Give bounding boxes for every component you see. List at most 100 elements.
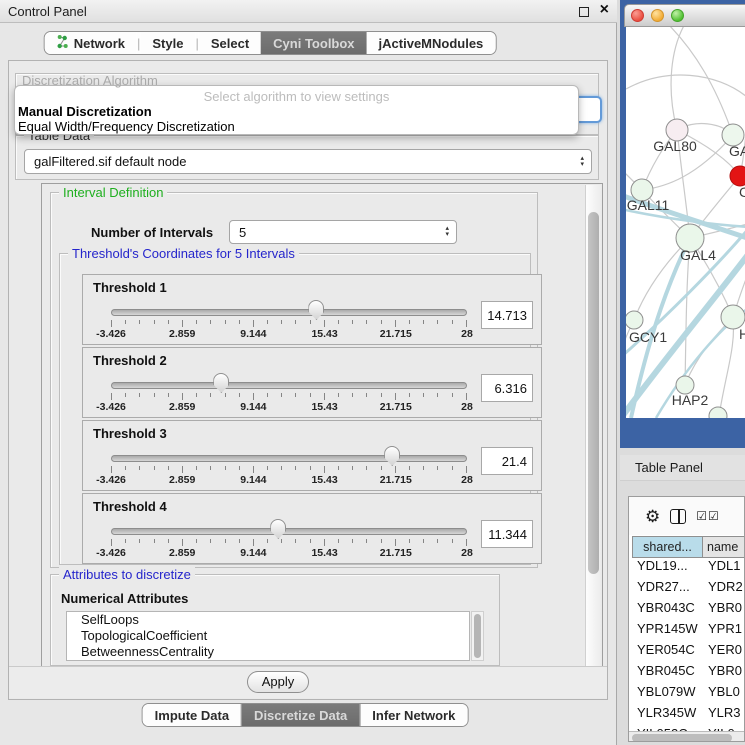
tick-mark [423, 320, 424, 324]
split-columns-icon[interactable] [670, 509, 686, 524]
network-node-c[interactable] [730, 166, 745, 186]
tick-mark [168, 320, 169, 324]
numerical-attributes-list[interactable]: SelfLoopsTopologicalCoefficientBetweenne… [66, 611, 470, 661]
menu-item-manual-discretization[interactable]: Manual Discretization [18, 104, 152, 119]
table-row[interactable]: YBR045CYBR0 [632, 663, 745, 684]
network-node-gcy1[interactable] [626, 311, 643, 329]
slider-scale-label: -3.426 [96, 547, 126, 559]
network-window-titlebar[interactable] [624, 4, 745, 27]
float-window-icon[interactable] [579, 7, 589, 17]
gear-icon[interactable]: ⚙ [645, 508, 660, 525]
cell-shared-name: YBR043C [632, 600, 703, 621]
column-header-name[interactable]: name [703, 536, 745, 558]
list-item[interactable]: BetweennessCentrality [67, 644, 469, 660]
threshold-value-field[interactable]: 11.344 [481, 520, 533, 548]
network-node[interactable] [709, 407, 727, 418]
threshold-value-field[interactable]: 21.4 [481, 447, 533, 475]
settings-scrollbar[interactable] [585, 185, 601, 667]
settings-scrollbar-thumb[interactable] [588, 212, 599, 574]
minimize-traffic-light-icon[interactable] [651, 9, 664, 22]
table-row[interactable]: YBR043CYBR0 [632, 600, 745, 621]
cell-name: YBL0 [703, 684, 745, 705]
slider-scale-label: 28 [461, 547, 473, 559]
tick-mark [154, 393, 155, 397]
slider-scale-label: 9.144 [240, 401, 266, 413]
table-data-combobox[interactable]: galFiltered.sif default node ▴▾ [24, 149, 592, 174]
column-header-shared-name[interactable]: shared... [632, 536, 703, 558]
slider-track[interactable] [111, 455, 467, 462]
table-row[interactable]: YDR27...YDR2 [632, 579, 745, 600]
tick-mark [310, 466, 311, 470]
tick-mark [310, 539, 311, 543]
close-traffic-light-icon[interactable] [631, 9, 644, 22]
tick-mark [352, 393, 353, 397]
table-row[interactable]: YBL079WYBL0 [632, 684, 745, 705]
table-row[interactable]: YER054CYER0 [632, 642, 745, 663]
table-row[interactable]: YLR345WYLR3 [632, 705, 745, 726]
tick-mark [196, 466, 197, 470]
tab-discretize-data[interactable]: Discretize Data [241, 704, 359, 726]
tick-mark [409, 320, 410, 324]
tick-mark [111, 320, 112, 327]
slider-track[interactable] [111, 528, 467, 535]
number-of-intervals-combobox[interactable]: 5 ▴▾ [229, 220, 457, 244]
tick-mark [196, 393, 197, 397]
tick-mark [182, 539, 183, 546]
slider-thumb[interactable] [384, 446, 400, 466]
tab-infer-network[interactable]: Infer Network [359, 704, 467, 726]
slider-thumb[interactable] [308, 300, 324, 320]
tick-mark [154, 539, 155, 543]
zoom-traffic-light-icon[interactable] [671, 9, 684, 22]
threshold-value-field[interactable]: 6.316 [481, 374, 533, 402]
tab-style[interactable]: Style [140, 32, 195, 54]
threshold-label: Threshold 1 [93, 280, 167, 295]
tab-label: Infer Network [372, 708, 455, 723]
slider-scale-label: 21.715 [380, 547, 412, 559]
node-label: C [739, 184, 745, 200]
tab-select[interactable]: Select [199, 32, 261, 54]
slider-scale-label: -3.426 [96, 474, 126, 486]
slider-scale-label: 9.144 [240, 474, 266, 486]
table-row[interactable]: YDL19...YDL1 [632, 558, 745, 579]
table-row[interactable]: YPR145WYPR1 [632, 621, 745, 642]
threshold-slider: -3.4262.8599.14415.4321.71528 [111, 445, 467, 485]
tick-mark [239, 393, 240, 397]
list-item[interactable]: SelfLoops [67, 612, 469, 628]
interval-definition-group: Interval Definition Number of Intervals … [50, 192, 538, 568]
checkbox-checked-icon[interactable]: ☑☑ [696, 509, 720, 523]
tick-mark [125, 320, 126, 324]
table-horizontal-scrollbar[interactable] [629, 731, 745, 742]
tab-impute-data[interactable]: Impute Data [143, 704, 241, 726]
network-canvas[interactable]: GAL80GALCGAL11GAL4GCY1HHAP2 [626, 27, 745, 418]
tick-mark [452, 393, 453, 397]
slider-track[interactable] [111, 382, 467, 389]
tab-cyni-toolbox[interactable]: Cyni Toolbox [261, 32, 366, 54]
slider-track[interactable] [111, 309, 467, 316]
apply-button[interactable]: Apply [247, 671, 309, 693]
attributes-list-scrollbar[interactable] [471, 611, 484, 661]
tick-mark [409, 539, 410, 543]
tick-mark [267, 466, 268, 470]
tab-jactivemnodules[interactable]: jActiveMNodules [367, 32, 496, 54]
menu-item-equal-width-discretization[interactable]: Equal Width/Frequency Discretization [18, 119, 235, 134]
threshold-value-field[interactable]: 14.713 [481, 301, 533, 329]
tick-mark [182, 466, 183, 473]
cyni-toolbox-panel: Table Data galFiltered.sif default node … [8, 60, 608, 700]
tab-network[interactable]: Network [45, 32, 137, 54]
tab-label: Impute Data [155, 708, 229, 723]
slider-thumb[interactable] [270, 519, 286, 539]
slider-scale-label: 21.715 [380, 401, 412, 413]
tick-mark [395, 393, 396, 400]
close-icon[interactable]: × [600, 1, 609, 19]
tick-mark [381, 393, 382, 397]
tick-mark [239, 320, 240, 324]
tick-mark [352, 320, 353, 324]
list-item[interactable]: TopologicalCoefficient [67, 628, 469, 644]
slider-scale-label: -3.426 [96, 401, 126, 413]
tick-mark [466, 466, 467, 473]
slider-thumb[interactable] [213, 373, 229, 393]
table-toolbar: ⚙ ☑☑ [629, 497, 745, 535]
table-rows: YDL19...YDL1YDR27...YDR2YBR043CYBR0YPR14… [632, 558, 745, 742]
network-icon [57, 35, 69, 52]
tick-mark [139, 466, 140, 470]
